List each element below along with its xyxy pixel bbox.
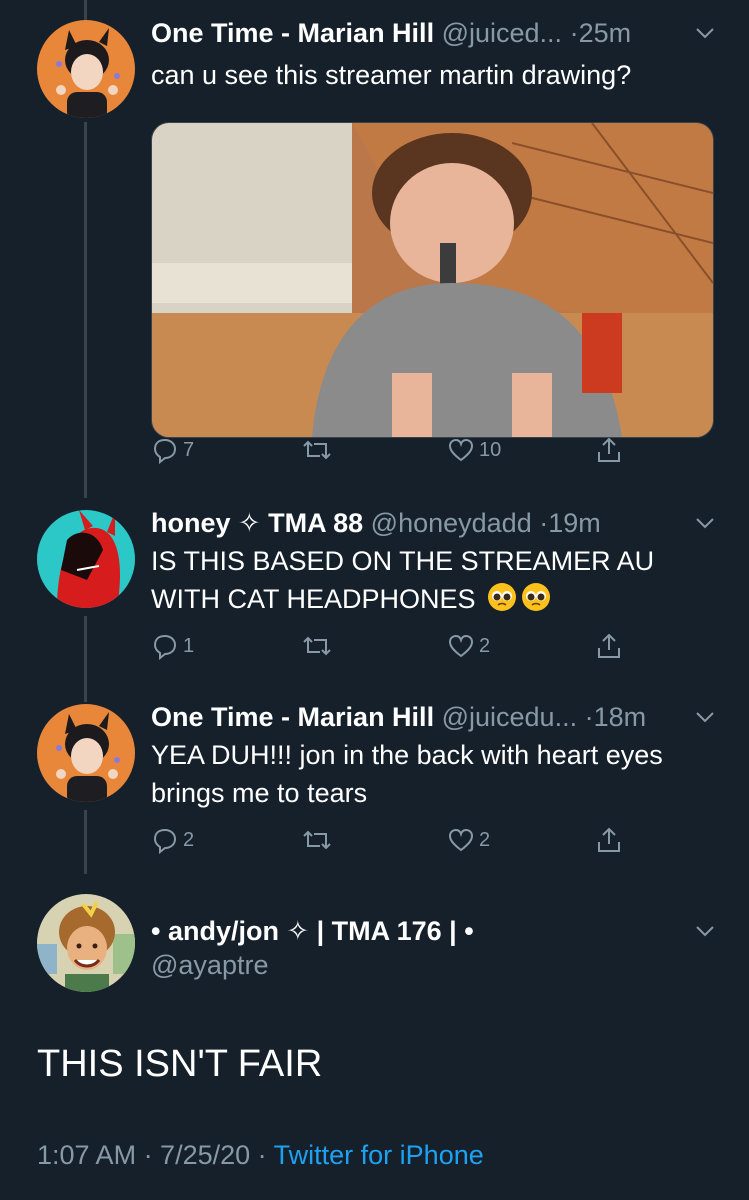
avatar-andy-jon[interactable]: [37, 894, 135, 992]
like-icon: [447, 826, 475, 854]
handle[interactable]: @juicedu...: [442, 702, 577, 732]
reply-count: 7: [183, 438, 195, 461]
thread-line: [84, 810, 87, 874]
share-button[interactable]: [595, 436, 623, 464]
reply-button[interactable]: 2: [151, 826, 194, 854]
main-tweet-handle-row: @ayaptre: [151, 948, 268, 982]
display-name[interactable]: One Time - Marian Hill: [151, 18, 434, 48]
tweet-header: One Time - Marian Hill @juiced... ·25m: [151, 16, 631, 50]
chevron-down-icon[interactable]: [694, 22, 716, 44]
like-icon: [447, 436, 475, 464]
handle[interactable]: @ayaptre: [151, 950, 268, 980]
tweet-text: YEA DUH!!! jon in the back with heart ey…: [151, 740, 663, 808]
pleading-face-emoji-icon: [487, 582, 517, 612]
retweet-icon: [301, 632, 333, 660]
tweet-actions: 2 2: [151, 826, 631, 858]
thread-line: [84, 122, 87, 498]
handle[interactable]: @honeydadd: [371, 508, 532, 538]
tweet-actions: 1 2: [151, 632, 631, 664]
retweet-button[interactable]: [301, 826, 333, 854]
retweet-icon: [301, 436, 333, 464]
like-button[interactable]: 2: [447, 826, 490, 854]
reply-icon: [151, 632, 179, 660]
like-button[interactable]: 10: [447, 436, 501, 464]
main-tweet-meta: 1:07 AM · 7/25/20 · Twitter for iPhone: [37, 1140, 484, 1171]
tweet-header: honey ✧ TMA 88 @honeydadd ·19m: [151, 506, 601, 540]
chevron-down-icon[interactable]: [694, 512, 716, 534]
retweet-button[interactable]: [301, 436, 333, 464]
tweet-text: IS THIS BASED ON THE STREAMER AU WITH CA…: [151, 542, 721, 618]
display-name[interactable]: honey ✧ TMA 88: [151, 508, 363, 538]
tweet-text: can u see this streamer martin drawing?: [151, 60, 632, 90]
handle[interactable]: @juiced...: [442, 18, 562, 48]
timestamp: ·19m: [539, 508, 601, 538]
like-button[interactable]: 2: [447, 632, 490, 660]
reply-count: 2: [183, 828, 195, 851]
reply-icon: [151, 436, 179, 464]
reply-icon: [151, 826, 179, 854]
like-count: 2: [479, 828, 491, 851]
timestamp: ·25m: [569, 18, 632, 48]
tweet-photo[interactable]: [151, 122, 714, 438]
tweet-timestamp: 1:07 AM · 7/25/20 ·: [37, 1140, 274, 1170]
avatar-marian-hill[interactable]: [37, 20, 135, 118]
display-name[interactable]: • andy/jon ✧ | TMA 176 | •: [151, 916, 474, 946]
main-tweet-header: • andy/jon ✧ | TMA 176 | •: [151, 914, 474, 948]
share-icon: [595, 826, 623, 854]
share-icon: [595, 632, 623, 660]
share-button[interactable]: [595, 826, 623, 854]
pleading-face-emoji-icon: [521, 582, 551, 612]
tweet-actions: 7 10: [151, 436, 631, 468]
like-count: 10: [479, 438, 502, 461]
like-icon: [447, 632, 475, 660]
retweet-button[interactable]: [301, 632, 333, 660]
chevron-down-icon[interactable]: [694, 706, 716, 728]
timestamp: ·18m: [584, 702, 647, 732]
avatar-honey[interactable]: [37, 510, 135, 608]
reply-button[interactable]: 1: [151, 632, 194, 660]
main-tweet-text: THIS ISN'T FAIR: [37, 1043, 323, 1085]
tweet-text-content: IS THIS BASED ON THE STREAMER AU WITH CA…: [151, 546, 655, 614]
share-button[interactable]: [595, 632, 623, 660]
retweet-icon: [301, 826, 333, 854]
like-count: 2: [479, 634, 491, 657]
reply-button[interactable]: 7: [151, 436, 194, 464]
share-icon: [595, 436, 623, 464]
chevron-down-icon[interactable]: [694, 920, 716, 942]
tweet-source-link[interactable]: Twitter for iPhone: [274, 1140, 484, 1170]
display-name[interactable]: One Time - Marian Hill: [151, 702, 434, 732]
reply-count: 1: [183, 634, 195, 657]
thread-line: [84, 616, 87, 702]
tweet-header: One Time - Marian Hill @juicedu... ·18m: [151, 700, 646, 734]
thread-line: [84, 0, 87, 22]
avatar-marian-hill[interactable]: [37, 704, 135, 802]
